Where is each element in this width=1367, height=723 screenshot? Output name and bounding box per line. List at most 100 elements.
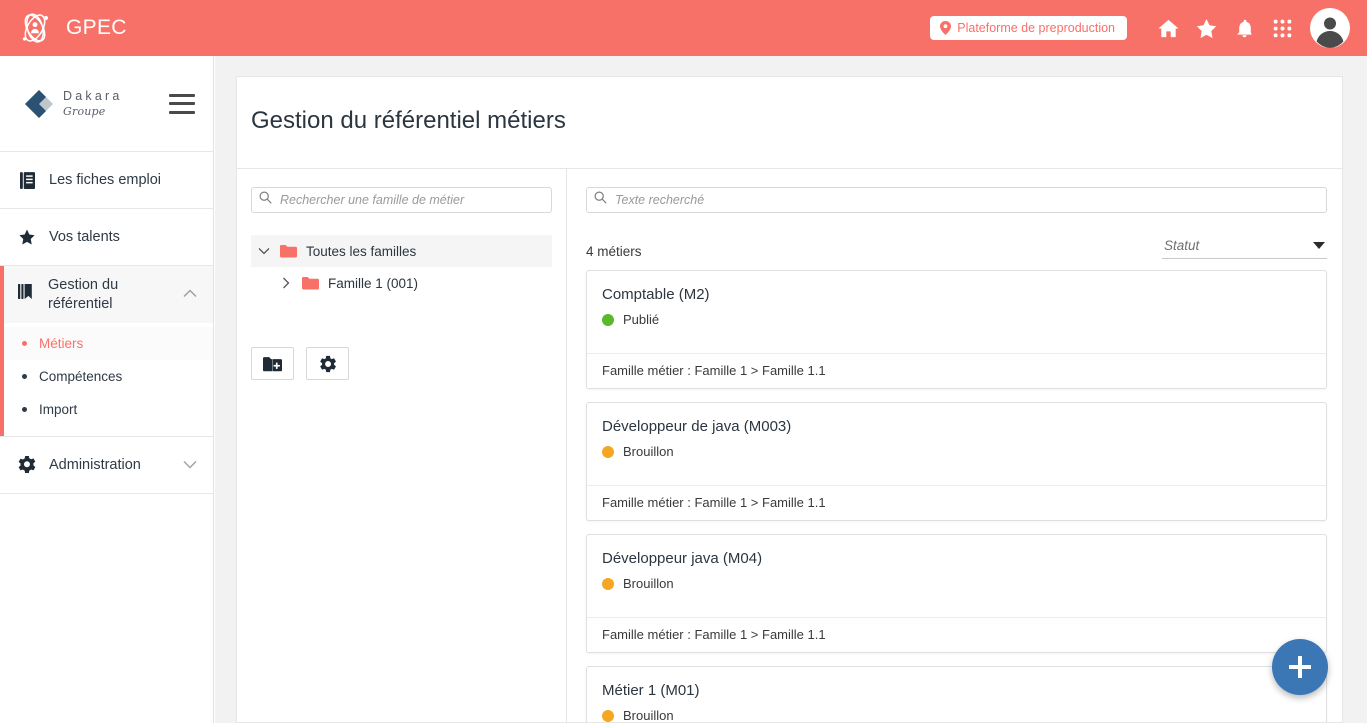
family-search [251,187,552,213]
document-icon [18,172,36,189]
sidebar: Dakara Groupe Les fiches emploi Vos tal [0,56,214,723]
status-dot-icon [602,710,614,722]
bullet-icon [22,407,27,412]
plus-icon [1287,654,1313,680]
gear-icon [319,355,337,373]
metier-card-body: Métier 1 (M01) Brouillon [587,667,1326,722]
status-label: Brouillon [623,708,674,722]
sidebar-logo-row: Dakara Groupe [0,56,213,152]
folder-icon [302,276,319,290]
metier-card-status: Brouillon [602,708,1311,722]
family-search-input[interactable] [251,187,552,213]
status-label: Brouillon [623,444,674,459]
statut-filter-label: Statut [1164,238,1199,253]
chevron-right-icon[interactable] [279,277,293,289]
sidebar-item-vos-talents[interactable]: Vos talents [0,209,213,266]
chevron-down-icon [183,457,197,473]
sidebar-subitem-label: Compétences [39,369,122,384]
tree-node-famille-1[interactable]: Famille 1 (001) [251,267,552,299]
atom-person-icon [16,9,54,47]
tree-node-toutes-les-familles[interactable]: Toutes les familles [251,235,552,267]
sidebar-group-header[interactable]: Gestion du référentiel [0,266,213,323]
sidebar-item-metiers[interactable]: Métiers [0,327,213,360]
metier-card-title: Métier 1 (M01) [602,682,1311,699]
status-dot-icon [602,446,614,458]
folder-icon [280,244,297,258]
book-icon [18,283,35,305]
sidebar-item-fiches-emploi[interactable]: Les fiches emploi [0,152,213,209]
metier-card-family: Famille métier : Famille 1 > Famille 1.1 [587,617,1326,652]
status-label: Brouillon [623,576,674,591]
metier-card-body: Développeur java (M04) Brouillon [587,535,1326,617]
user-avatar[interactable] [1307,5,1353,51]
tree-node-label: Famille 1 (001) [328,276,418,291]
sidebar-item-label: Les fiches emploi [49,172,197,188]
sidebar-item-import[interactable]: Import [0,393,213,426]
metier-search-input[interactable] [586,187,1327,213]
chevron-up-icon [183,285,197,303]
metier-card-list: Comptable (M2) Publié Famille métier : F… [586,270,1327,722]
dakara-subtitle: Groupe [63,106,123,117]
metier-search [586,187,1327,213]
sidebar-item-administration[interactable]: Administration [0,437,213,494]
dakara-logo[interactable]: Dakara Groupe [24,89,123,119]
dakara-wordmark: Dakara Groupe [63,90,123,117]
home-icon[interactable] [1149,8,1187,48]
sidebar-item-competences[interactable]: Compétences [0,360,213,393]
statut-filter-select[interactable]: Statut [1162,238,1327,259]
metier-card-title: Développeur java (M04) [602,550,1311,567]
sidebar-subitem-label: Import [39,402,77,417]
metier-card-family: Famille métier : Famille 1 > Famille 1.1 [587,353,1326,388]
bullet-icon [22,341,27,346]
tree-node-label: Toutes les familles [306,244,416,259]
metier-card-status: Brouillon [602,576,1311,591]
dakara-name: Dakara [63,90,123,103]
dakara-diamond-logo [24,89,54,119]
status-dot-icon [602,314,614,326]
tree-settings-button[interactable] [306,347,349,380]
page-container: Gestion du référentiel métiers [215,56,1367,723]
metier-card[interactable]: Comptable (M2) Publié Famille métier : F… [586,270,1327,389]
metier-card-body: Comptable (M2) Publié [587,271,1326,353]
metier-card-status: Publié [602,312,1311,327]
environment-badge-label: Plateforme de preproduction [957,21,1115,35]
sidebar-subitem-label: Métiers [39,336,83,351]
page-title: Gestion du référentiel métiers [237,77,1342,169]
add-metier-button[interactable] [1272,639,1328,695]
metier-card-status: Brouillon [602,444,1311,459]
folder-plus-icon [263,356,282,372]
star-icon[interactable] [1187,8,1225,48]
list-meta: 4 métiers Statut [586,231,1327,259]
sidebar-group-gestion-referentiel: Gestion du référentiel Métiers Compétenc… [0,266,213,437]
tree-action-bar [251,347,552,380]
status-dot-icon [602,578,614,590]
app-brand[interactable]: GPEC [16,9,127,47]
metier-card-body: Développeur de java (M003) Brouillon [587,403,1326,485]
metier-list-pane: 4 métiers Statut Comptable (M2) Publié [567,169,1342,722]
metier-card[interactable]: Développeur java (M04) Brouillon Famille… [586,534,1327,653]
top-app-bar: GPEC Plateforme de preproduction [0,0,1367,56]
star-icon [18,228,36,246]
metier-card-title: Développeur de java (M003) [602,418,1311,435]
sidebar-item-label: Vos talents [49,229,197,245]
panes: Toutes les familles Famille 1 (001) [237,169,1342,722]
metier-count: 4 métiers [586,244,642,259]
gear-icon [18,456,36,474]
bell-icon[interactable] [1225,8,1263,48]
location-pin-icon [940,21,951,35]
hamburger-menu-icon[interactable] [169,94,195,114]
chevron-down-icon[interactable] [257,247,271,255]
apps-grid-icon[interactable] [1263,8,1301,48]
environment-badge[interactable]: Plateforme de preproduction [930,16,1127,40]
topbar-icon-group [1149,5,1353,51]
caret-down-icon [1313,242,1325,249]
metier-card-title: Comptable (M2) [602,286,1311,303]
content-card: Gestion du référentiel métiers [236,76,1343,723]
metier-card-family: Famille métier : Famille 1 > Famille 1.1 [587,485,1326,520]
metier-card[interactable]: Développeur de java (M003) Brouillon Fam… [586,402,1327,521]
add-folder-button[interactable] [251,347,294,380]
sidebar-subitems: Métiers Compétences Import [0,323,213,436]
app-title: GPEC [66,16,127,40]
metier-card[interactable]: Métier 1 (M01) Brouillon Famille métier … [586,666,1327,722]
sidebar-item-label: Administration [49,457,170,473]
